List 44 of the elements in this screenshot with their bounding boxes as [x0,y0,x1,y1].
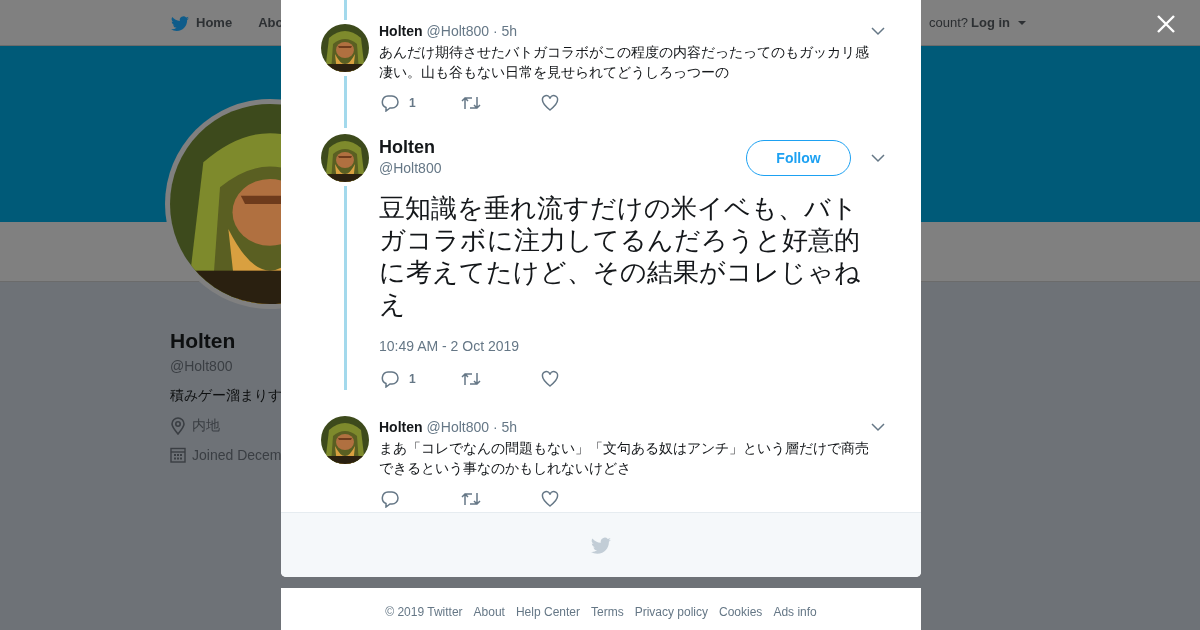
location-pin-icon [170,417,186,435]
author-handle: @Holt800 [426,22,490,40]
reply-icon[interactable] [381,94,399,112]
reply-icon[interactable] [381,370,399,388]
author-name: Holten [379,136,436,158]
footer-link[interactable]: About [473,605,505,619]
reply-count: 1 [409,372,416,386]
tweet-timestamp: 10:49 AM - 2 Oct 2019 [379,338,521,354]
footer-link[interactable]: Terms [591,605,624,619]
tweet-text: あんだけ期待させたバトガコラボがこの程度の内容だったってのもガッカリ感凄い。山も谷もない日常を見せられてどうしろっつーの [379,43,870,82]
bird-icon [170,13,190,32]
chevron-down-icon[interactable] [871,25,885,37]
author-handle: @Holt800 [379,160,442,176]
footer-link[interactable]: Privacy policy [634,605,708,619]
retweet-icon[interactable] [461,490,481,508]
chevron-down-icon[interactable] [871,421,885,433]
close-icon[interactable] [1156,14,1176,34]
tweet-text: 豆知識を垂れ流すだけの米イベも、バトガコラボに注力してるんだろうと好意的に考えてたけど、その結果がコレじゃねえ [379,192,862,320]
profile-bio: 積みゲー溜まりす [170,387,282,405]
home-link[interactable]: Home [170,13,233,32]
author-handle: @Holt800 [426,418,490,436]
bird-icon [590,535,612,555]
author-name: Holten [379,22,423,40]
retweet-icon[interactable] [461,94,481,112]
footer-link[interactable]: Ads info [773,605,817,619]
tweet-time: · 5h [493,418,518,436]
reply-icon[interactable] [381,490,399,508]
reply-count: 1 [409,96,416,110]
login-link[interactable]: Log in [971,15,1026,30]
author-name: Holten [379,418,423,436]
heart-icon[interactable] [541,370,559,388]
calendar-icon [170,447,186,463]
account-prompt: count? [928,15,968,30]
retweet-icon[interactable] [461,370,481,388]
heart-icon[interactable] [541,490,559,508]
footer-link[interactable]: Help Center [515,605,580,619]
tweet-time: · 5h [493,22,518,40]
heart-icon[interactable] [541,94,559,112]
copyright-text: © 2019 Twitter [385,605,463,619]
profile-name: Holten [170,328,236,354]
chevron-down-icon[interactable] [871,152,885,164]
follow-button[interactable]: Follow [746,140,851,176]
footer-link[interactable]: Cookies [719,605,763,619]
tweet-text: まあ「コレでなんの問題もない」「文句ある奴はアンチ」という層だけで商売できるという事なのかもしれないけどさ [379,439,870,478]
